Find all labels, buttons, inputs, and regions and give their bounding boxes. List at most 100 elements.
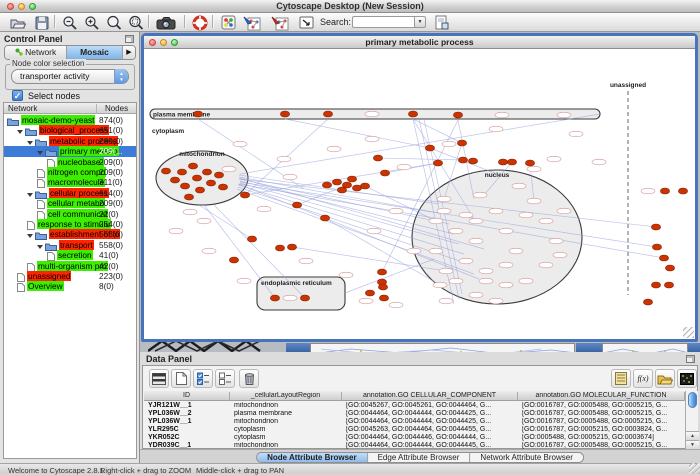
network-node[interactable] (283, 174, 297, 180)
network-node[interactable] (459, 258, 473, 264)
search-options-button[interactable] (432, 14, 452, 31)
expander-icon[interactable] (17, 130, 23, 134)
network-node[interactable] (489, 126, 503, 132)
tree-row-macromolecule[interactable]: macromolecule311(0) (4, 177, 136, 187)
network-node[interactable] (206, 180, 215, 186)
search-input[interactable] (352, 16, 414, 28)
vizmapper-button[interactable] (218, 14, 238, 31)
tree-row-mosaic-demo-yeast[interactable]: mosaic-demo-yeast874(0) (4, 115, 136, 125)
network-node[interactable] (222, 166, 236, 172)
network-node[interactable] (547, 156, 561, 162)
combo-stepper-icon[interactable]: ▲▼ (114, 69, 128, 84)
network-node[interactable] (512, 183, 526, 189)
zoom-selected-button[interactable] (126, 14, 146, 31)
network-node[interactable] (195, 187, 204, 193)
tree-row-overview[interactable]: Overview8(0) (4, 281, 136, 291)
search-dropdown-button[interactable]: ▼ (414, 16, 426, 28)
network-node[interactable] (437, 196, 451, 202)
table-row-ylr295c[interactable]: YLR295Ccytoplasm[GO:0045263, GO:0044464,… (144, 426, 685, 434)
delete-attribute-button[interactable] (239, 369, 259, 388)
network-node[interactable] (193, 111, 202, 117)
network-node[interactable] (292, 202, 301, 208)
background-window-edge[interactable] (286, 343, 310, 352)
import-attributes-button[interactable] (655, 369, 675, 388)
network-node[interactable] (365, 136, 379, 142)
network-node[interactable] (489, 298, 503, 304)
network-node[interactable] (270, 295, 279, 301)
network-node[interactable] (527, 198, 541, 204)
network-node[interactable] (641, 188, 655, 194)
network-node[interactable] (449, 278, 463, 284)
network-node[interactable] (539, 262, 553, 268)
save-button[interactable] (32, 14, 52, 31)
tab-mosaic[interactable]: Mosaic (67, 46, 123, 59)
snapshot-button[interactable] (154, 14, 178, 31)
edit-network-red-button[interactable] (268, 14, 292, 31)
network-edge[interactable] (345, 259, 434, 293)
tree-row-transport[interactable]: transport558(0) (4, 240, 136, 250)
create-attribute-button[interactable] (171, 369, 191, 388)
network-node[interactable] (237, 278, 251, 284)
network-node[interactable] (214, 172, 223, 178)
network-node[interactable] (377, 269, 386, 275)
network-node[interactable] (509, 248, 523, 254)
help-button[interactable] (190, 14, 210, 31)
region-mitochondrion[interactable] (156, 151, 248, 205)
table-row-ypl036w__2[interactable]: YPL036W__2plasma membrane[GO:0044464, GO… (144, 410, 685, 418)
scrollbar-thumb[interactable] (688, 392, 697, 408)
network-node[interactable] (499, 282, 513, 288)
tree-row-multi-organism-pro[interactable]: multi-organism pro42(0) (4, 261, 136, 271)
tree-row-cellular-process[interactable]: cellular process614(0) (4, 188, 136, 198)
network-node[interactable] (283, 295, 297, 301)
float-panel-icon[interactable] (686, 355, 695, 363)
network-edge[interactable] (378, 158, 463, 160)
network-node[interactable] (360, 183, 369, 189)
zoom-fit-button[interactable] (104, 14, 124, 31)
table-column-header[interactable]: _cellularLayoutRegion (230, 392, 342, 401)
network-node[interactable] (437, 208, 451, 214)
network-node[interactable] (527, 166, 541, 172)
network-node[interactable] (188, 163, 197, 169)
network-node[interactable] (161, 168, 170, 174)
background-window-edge[interactable] (576, 343, 602, 352)
function-builder-button[interactable]: f(x) (633, 369, 653, 388)
network-node[interactable] (202, 169, 211, 175)
network-node[interactable] (359, 298, 373, 304)
network-node[interactable] (407, 248, 421, 254)
network-node[interactable] (218, 184, 227, 190)
table-column-header[interactable]: annotation.GO MOLECULAR_FUNCTION (518, 392, 685, 401)
network-node[interactable] (458, 157, 467, 163)
network-node[interactable] (442, 141, 456, 147)
network-node[interactable] (397, 164, 411, 170)
network-node[interactable] (643, 299, 652, 305)
scroll-up-button[interactable]: ▲ (686, 431, 699, 440)
network-edge[interactable] (285, 119, 430, 148)
network-node[interactable] (525, 160, 534, 166)
network-node[interactable] (202, 248, 216, 254)
network-node[interactable] (468, 158, 477, 164)
tree-row-response-to-stimulu[interactable]: response to stimulu264(0) (4, 219, 136, 229)
unselect-attributes-button[interactable] (215, 369, 235, 388)
network-node[interactable] (664, 282, 673, 288)
network-node[interactable] (240, 192, 249, 198)
network-node[interactable] (519, 278, 533, 284)
network-node[interactable] (337, 187, 346, 193)
notes-button[interactable] (611, 369, 631, 388)
network-node[interactable] (439, 268, 453, 274)
table-row-yjr121w__1[interactable]: YJR121W__1mitochondrion[GO:0045267, GO:0… (144, 402, 685, 410)
network-canvas[interactable]: plasma membranecytoplasmmitochondrionnuc… (144, 49, 695, 339)
network-node[interactable] (378, 284, 387, 290)
tree-row-cellular-metabo[interactable]: cellular metabo209(0) (4, 198, 136, 208)
network-node[interactable] (367, 228, 381, 234)
network-node[interactable] (323, 111, 332, 117)
expander-icon[interactable] (27, 193, 33, 197)
network-node[interactable] (678, 188, 687, 194)
network-node[interactable] (665, 265, 674, 271)
network-node[interactable] (327, 146, 341, 152)
network-node[interactable] (553, 252, 567, 258)
table-column-header[interactable]: ID (144, 392, 230, 401)
network-node[interactable] (652, 244, 661, 250)
network-node[interactable] (469, 238, 483, 244)
network-node[interactable] (651, 282, 660, 288)
network-node[interactable] (365, 290, 374, 296)
